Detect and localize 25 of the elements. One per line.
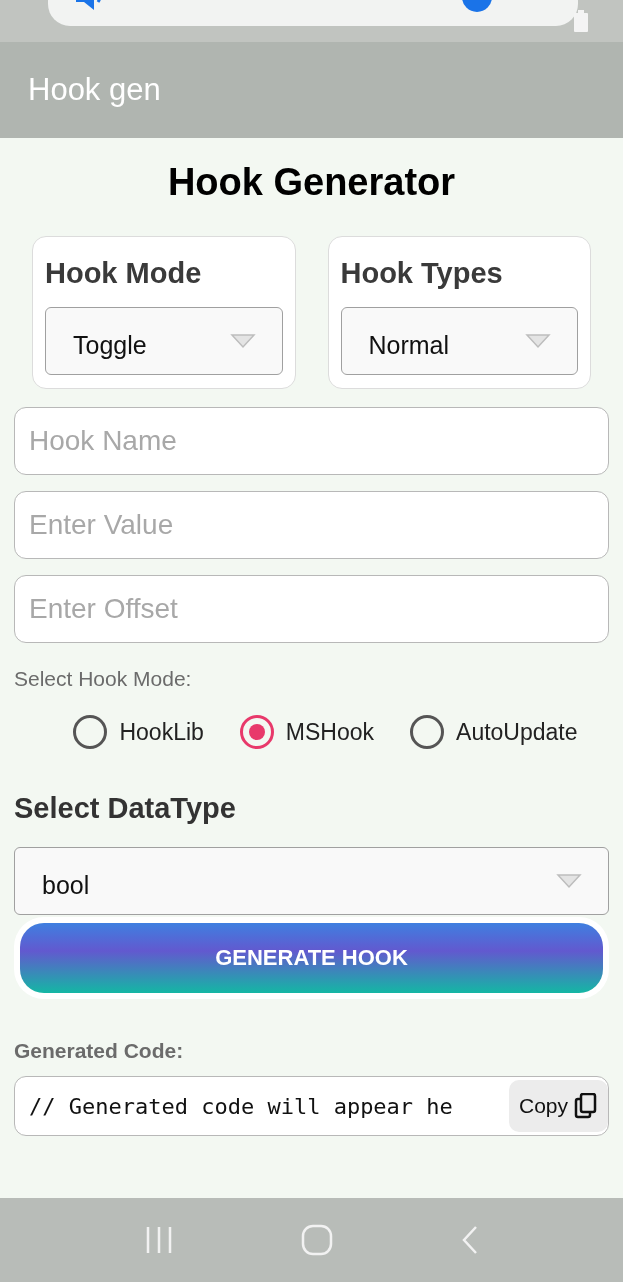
text-field[interactable]: Enter Offset bbox=[14, 575, 609, 643]
output-label: Generated Code: bbox=[14, 1037, 185, 1064]
text-field[interactable]: Hook Name bbox=[14, 407, 609, 475]
radio-label: MSHook bbox=[285, 717, 375, 747]
radio-label: AutoUpdate bbox=[456, 717, 578, 747]
dropdown-caret-icon bbox=[556, 872, 582, 889]
card-label: Hook Types bbox=[340, 256, 504, 291]
code-output-field: // Generated code will appear he Copy bbox=[14, 1076, 609, 1136]
dropdown-caret-icon bbox=[525, 333, 551, 349]
dropdown[interactable]: Normal bbox=[340, 307, 578, 375]
dropdown-caret-icon bbox=[229, 333, 256, 349]
text-field[interactable]: Enter Value bbox=[14, 491, 609, 559]
page-heading: Hook Generator bbox=[166, 160, 457, 204]
hook-mode-label: Select Hook Mode: bbox=[14, 666, 193, 692]
radio-button[interactable] bbox=[410, 714, 445, 749]
copy-icon bbox=[574, 1093, 598, 1119]
data-type-label: Select DataType bbox=[14, 791, 237, 826]
copy-button[interactable]: Copy bbox=[508, 1080, 608, 1132]
dropdown[interactable]: bool bbox=[14, 846, 609, 915]
radio-label: HookLib bbox=[119, 717, 204, 747]
radio-button[interactable] bbox=[73, 714, 108, 749]
radio-button[interactable] bbox=[239, 714, 274, 749]
dropdown[interactable]: Toggle bbox=[45, 307, 283, 375]
card-label: Hook Mode bbox=[45, 256, 203, 291]
app-title: Hook gen bbox=[28, 70, 161, 109]
